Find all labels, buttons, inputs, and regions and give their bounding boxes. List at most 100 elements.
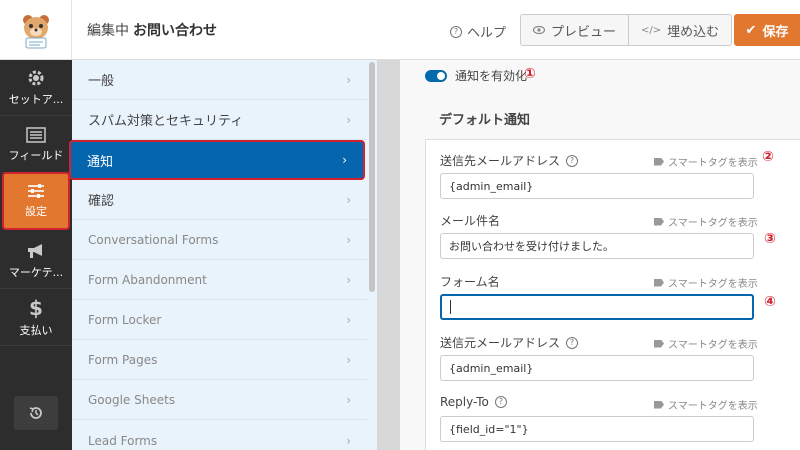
settings-menu-item-spam[interactable]: スパム対策とセキュリティ › [72,100,367,140]
input-value: {admin_email} [449,361,534,375]
text-caret [450,300,451,314]
help-icon[interactable]: ? [494,396,507,408]
code-icon: </> [641,24,662,36]
settings-menu-item-general[interactable]: 一般 › [72,60,367,100]
email-subject-label: メール件名 [440,212,500,229]
save-label: 保存 [762,24,789,40]
annotation-3: ③ [764,231,776,247]
settings-menu-item-form-locker[interactable]: Form Locker › [72,300,367,340]
settings-menu-item-google-sheets[interactable]: Google Sheets › [72,380,367,420]
field-label-text: メール件名 [440,214,501,228]
editing-title: 編集中 お問い合わせ [87,20,217,40]
preview-label: プレビュー [551,24,617,40]
panel-divider [377,60,400,450]
list-icon [26,126,46,143]
show-smart-tags-link[interactable]: スマートタグを表示 [654,397,758,412]
tag-icon [654,400,664,409]
reply-to-input[interactable]: {field_id="1"} [440,416,754,442]
email-subject-input[interactable]: お問い合わせを受け付けました。 [440,233,754,259]
input-value: お問い合わせを受け付けました。 [449,240,614,253]
save-button[interactable]: ✔ 保存 [734,14,800,46]
chevron-right-icon: › [346,392,351,407]
annotation-1: ① [524,66,536,82]
field-label-text: フォーム名 [440,275,500,289]
revisions-button[interactable] [14,396,58,430]
enable-notifications-toggle[interactable] [425,69,447,82]
help-icon[interactable]: ? [566,154,579,167]
sidebar-item-label: 設定 [25,205,47,218]
sidebar-item-label: セットア... [8,92,64,106]
enable-notifications-row[interactable]: 通知を有効化 [425,67,527,84]
chevron-right-icon: › [346,112,351,127]
menu-item-label: スパム対策とセキュリティ [88,114,244,129]
menu-item-label: Form Abandonment [88,272,207,287]
show-smart-tags-link[interactable]: スマートタグを表示 [654,336,758,351]
default-notification-header[interactable]: デフォルト通知 [425,98,800,140]
help-label: ヘルプ [467,26,507,41]
sidebar-item-fields[interactable]: フィールド [0,117,72,173]
help-link[interactable]: ? ヘルプ [450,22,506,41]
settings-menu-item-form-abandonment[interactable]: Form Abandonment › [72,260,367,300]
sidebar-item-payments[interactable]: $ 支払い [0,290,72,346]
field-label-text: 送信先メールアドレス [440,154,561,168]
enable-notifications-label: 通知を有効化 [455,69,528,83]
section-title: デフォルト通知 [439,113,531,128]
chevron-right-icon: › [346,352,351,367]
chevron-right-icon: › [346,434,351,448]
menu-item-label: 通知 [87,154,114,170]
eye-icon [533,25,545,35]
dollar-icon: $ [29,295,43,320]
input-value: {admin_email} [449,179,534,193]
send-to-email-input[interactable]: {admin_email} [440,173,754,199]
show-smart-tags-link[interactable]: スマートタグを表示 [654,214,758,229]
settings-menu-item-form-pages[interactable]: Form Pages › [72,340,367,380]
sliders-icon [28,184,44,198]
tag-icon [654,217,664,226]
chevron-right-icon: › [346,72,351,87]
form-name-input[interactable] [440,294,754,320]
tag-icon [654,278,664,287]
menu-item-label: 確認 [88,194,115,209]
show-smart-tags-link[interactable]: スマートタグを表示 [654,154,758,169]
sidebar-item-label: 支払い [19,323,53,337]
settings-menu-item-conversational-forms[interactable]: Conversational Forms › [72,220,367,260]
from-email-label: 送信元メールアドレス ? [440,334,579,351]
show-smart-tags-link[interactable]: スマートタグを表示 [654,275,758,290]
builder-sidebar: セットア... フィールド 設定 マーケテ... $ 支払い [0,60,72,450]
sidebar-item-marketing[interactable]: マーケテ... [0,233,72,289]
sidebar-item-label: マーケテ... [8,265,64,279]
help-icon[interactable]: ? [566,336,579,349]
reply-to-label: Reply-To ? [440,395,507,409]
preview-button[interactable]: プレビュー [521,15,628,45]
form-title: お問い合わせ [133,23,217,39]
history-icon [29,407,42,419]
embed-button[interactable]: </> 埋め込む [628,15,731,45]
sidebar-item-settings[interactable]: 設定 [2,172,70,230]
settings-menu-item-notifications[interactable]: 通知 › [69,140,365,180]
chevron-right-icon: › [342,153,347,167]
settings-menu: 一般 › スパム対策とセキュリティ › 通知 › 確認 › Conversati… [69,60,367,450]
help-icon: ? [450,25,462,38]
from-email-input[interactable]: {admin_email} [440,355,754,381]
menu-item-label: 一般 [88,74,115,89]
settings-menu-item-confirmation[interactable]: 確認 › [72,180,367,220]
preview-embed-group: プレビュー </> 埋め込む [520,14,733,46]
menu-scrollbar-thumb[interactable] [369,62,375,292]
editing-prefix: 編集中 [87,23,129,39]
wpforms-logo[interactable] [0,0,72,60]
embed-label: 埋め込む [667,24,720,40]
smart-tag-label: スマートタグを表示 [668,218,758,229]
check-icon: ✔ [745,22,757,38]
gear-icon [28,70,44,85]
settings-menu-item-lead-forms[interactable]: Lead Forms › [72,420,367,450]
chevron-right-icon: › [346,272,351,287]
annotation-4: ④ [764,294,776,310]
tag-icon [654,157,664,166]
menu-item-label: Google Sheets [88,392,176,407]
sidebar-item-label: フィールド [8,148,64,162]
input-value: {field_id="1"} [449,422,529,436]
megaphone-icon [28,243,42,258]
top-bar: 編集中 お問い合わせ ? ヘルプ プレビュー </> 埋め込む ✔ 保存 [0,0,800,60]
sidebar-item-setup[interactable]: セットア... [0,60,72,116]
smart-tag-label: スマートタグを表示 [668,401,758,412]
